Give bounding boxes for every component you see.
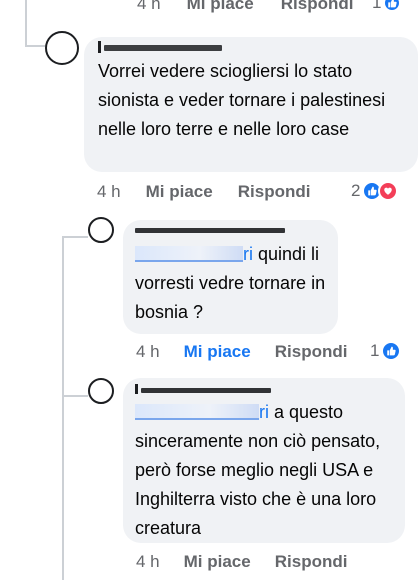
comment-time[interactable]: 4 h <box>97 182 121 202</box>
reply-button[interactable]: Rispondi <box>281 0 354 14</box>
reaction-count[interactable]: 2 <box>351 181 399 201</box>
mention-link[interactable]: ri <box>259 402 269 422</box>
thread-line-outer <box>62 236 64 580</box>
comment-time[interactable]: 4 h <box>137 0 161 14</box>
author-name-redacted[interactable] <box>135 384 393 396</box>
previous-comment-actions: 4 h Mi piace Rispondi 1 <box>137 0 407 15</box>
avatar[interactable] <box>88 217 114 243</box>
author-name-redacted[interactable] <box>135 224 326 236</box>
reply-actions: 4 h Mi piace Rispondi 1 <box>136 341 416 363</box>
avatar[interactable] <box>45 31 79 65</box>
thread-branch-1 <box>62 236 88 238</box>
mention-link[interactable]: ri <box>243 244 253 264</box>
reply-bubble: ri quindi li vorresti vedre tornare in b… <box>123 220 338 334</box>
thread-line-main <box>25 0 27 47</box>
comment-text: Vorrei vedere sciogliersi lo stato sioni… <box>98 61 386 139</box>
comment-time[interactable]: 4 h <box>136 552 160 572</box>
thread-branch-main <box>25 45 47 47</box>
author-name-redacted[interactable] <box>98 41 406 55</box>
comment-time[interactable]: 4 h <box>136 342 160 362</box>
like-button[interactable]: Mi piace <box>146 182 213 202</box>
reaction-count[interactable]: 1 <box>370 341 402 361</box>
like-icon <box>381 341 402 361</box>
love-icon <box>378 181 399 201</box>
reply-text: ri a questo sinceramente non ciò pensato… <box>135 402 381 538</box>
like-button[interactable]: Mi piace <box>184 342 251 362</box>
reply-button[interactable]: Rispondi <box>275 342 348 362</box>
reply-text: ri quindi li vorresti vedre tornare in b… <box>135 244 326 322</box>
thread-branch-2 <box>62 395 88 397</box>
reply-bubble: ri a questo sinceramente non ciò pensato… <box>123 378 405 543</box>
mention-link-redacted[interactable] <box>135 404 259 420</box>
like-icon <box>383 0 402 12</box>
like-button[interactable]: Mi piace <box>187 0 254 14</box>
reply-button[interactable]: Rispondi <box>238 182 311 202</box>
reply-button[interactable]: Rispondi <box>275 552 348 572</box>
reply-actions: 4 h Mi piace Rispondi <box>136 551 416 573</box>
reaction-count[interactable]: 1 <box>372 0 402 13</box>
avatar[interactable] <box>88 378 114 404</box>
comment-bubble: Vorrei vedere sciogliersi lo stato sioni… <box>84 37 418 172</box>
mention-link-redacted[interactable] <box>135 246 243 262</box>
like-button[interactable]: Mi piace <box>184 552 251 572</box>
comment-actions: 4 h Mi piace Rispondi 2 <box>97 181 417 203</box>
